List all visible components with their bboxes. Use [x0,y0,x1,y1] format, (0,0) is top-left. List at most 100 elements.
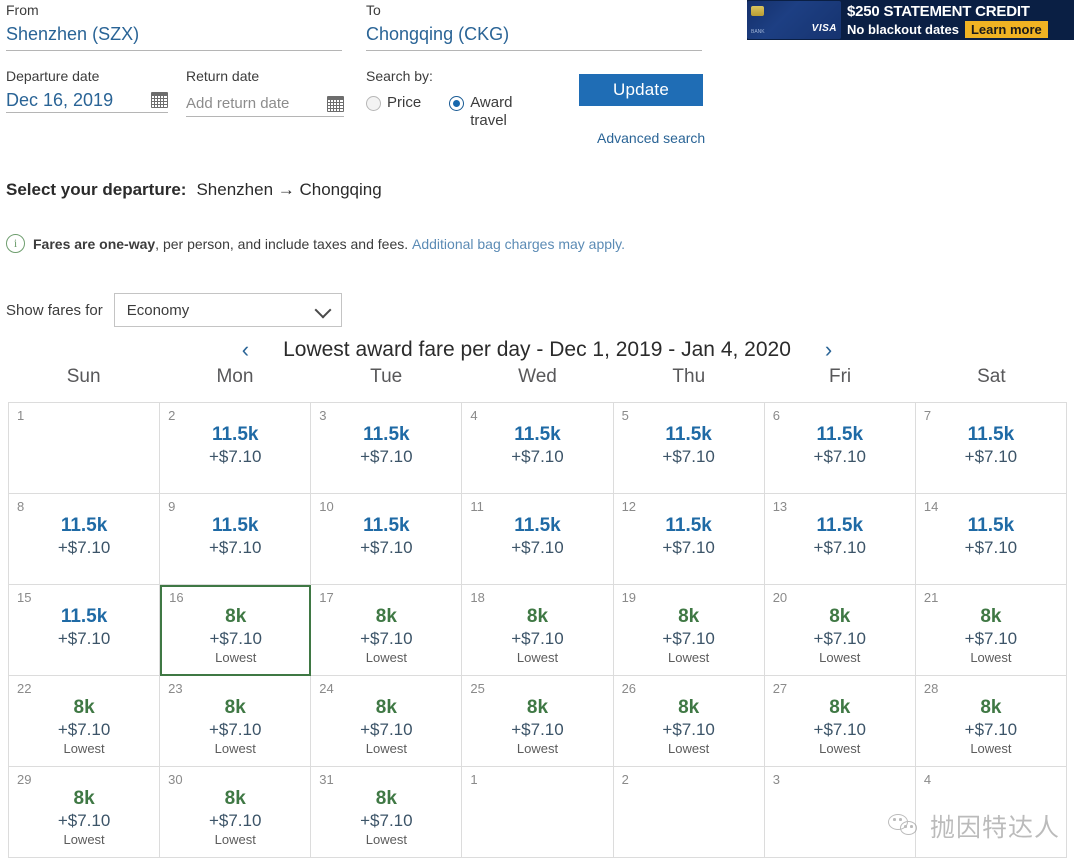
calendar-fare: 11.5k +$7.10 [765,500,915,559]
calendar-cell[interactable]: 2 11.5k +$7.10 [160,403,312,494]
return-date-value[interactable]: Add return date [186,84,289,116]
calendar-cell[interactable]: 3 11.5k +$7.10 [311,403,463,494]
calendar-cell[interactable]: 25 8k +$7.10 Lowest [462,676,614,767]
calendar-cell[interactable]: 18 8k +$7.10 Lowest [462,585,614,676]
radio-price[interactable]: Price [366,94,421,112]
fare-miles: 11.5k [363,515,410,536]
from-field[interactable]: From Shenzhen (SZX) [6,2,342,51]
calendar-fare: 11.5k +$7.10 [916,500,1066,559]
calendar-cell[interactable]: 23 8k +$7.10 Lowest [160,676,312,767]
fare-lowest-badge: Lowest [516,650,559,665]
calendar-cell[interactable]: 24 8k +$7.10 Lowest [311,676,463,767]
radio-price-dot[interactable] [366,96,381,111]
calendar-cell[interactable]: 6 11.5k +$7.10 [764,403,916,494]
fares-note: i Fares are one-way, per person, and inc… [6,234,625,253]
promo-subline: No blackout dates [847,21,959,37]
calendar-day-number: 22 [17,681,32,696]
calendar-cell[interactable]: 20 8k +$7.10 Lowest [764,585,916,676]
radio-price-label: Price [387,94,422,111]
fare-taxes: +$7.10 [57,811,111,830]
fare-lowest-badge: Lowest [668,650,710,665]
from-value[interactable]: Shenzhen (SZX) [6,18,342,46]
calendar-day-number: 28 [923,681,939,696]
promo-banner[interactable]: BANK VISA $250 STATEMENT CREDIT No black… [747,0,1074,40]
to-field[interactable]: To Chongqing (CKG) [366,2,702,51]
calendar-cell[interactable]: 29 8k +$7.10 Lowest [9,767,161,858]
calendar-cell[interactable]: 17 8k +$7.10 Lowest [311,585,463,676]
fare-miles: 11.5k [816,424,864,445]
calendar-cell[interactable]: 26 8k +$7.10 Lowest [613,676,765,767]
calendar-cell[interactable]: 5 11.5k +$7.10 [613,403,765,494]
fare-miles: 11.5k [60,515,108,536]
promo-text-group: $250 STATEMENT CREDIT No blackout dates … [841,3,1074,38]
departure-date-value[interactable]: Dec 16, 2019 [6,84,113,112]
fare-miles: 8k [375,697,397,718]
fare-miles: 11.5k [967,424,1015,445]
fare-miles: 8k [224,697,246,718]
fare-taxes: +$7.10 [662,629,715,648]
calendar-cell[interactable]: 27 8k +$7.10 Lowest [764,676,916,767]
calendar-next-button[interactable]: › [821,339,836,361]
calendar-cell[interactable]: 19 8k +$7.10 Lowest [613,585,765,676]
flight-search-panel: From Shenzhen (SZX) To Chongqing (CKG) D… [0,0,720,160]
calendar-cell[interactable]: 11 11.5k +$7.10 [462,494,614,585]
calendar-fare: 8k +$7.10 Lowest [9,682,159,757]
bag-charges-link[interactable]: Additional bag charges may apply. [412,236,625,252]
calendar-cell[interactable]: 10 11.5k +$7.10 [311,494,463,585]
fare-miles: 8k [980,606,1002,627]
calendar-cell[interactable]: 4 11.5k +$7.10 [462,403,614,494]
calendar-cell[interactable]: 7 11.5k +$7.10 [915,403,1067,494]
cabin-class-select[interactable]: Economy [113,293,342,327]
calendar-fare: 11.5k +$7.10 [614,500,764,559]
calendar-fare: 8k +$7.10 Lowest [462,591,612,666]
calendar-cell[interactable]: 13 11.5k +$7.10 [764,494,916,585]
fare-taxes: +$7.10 [511,538,564,557]
calendar-cell[interactable]: 22 8k +$7.10 Lowest [9,676,161,767]
fare-miles: 11.5k [514,515,561,536]
calendar-day-number: 9 [168,499,176,514]
visa-logo: VISA [811,23,837,34]
calendar-cell[interactable]: 21 8k +$7.10 Lowest [915,585,1067,676]
calendar-cell[interactable]: 30 8k +$7.10 Lowest [160,767,312,858]
calendar-cell[interactable]: 9 11.5k +$7.10 [160,494,312,585]
fare-miles: 8k [980,697,1002,718]
calendar-cell-selected[interactable]: 16 8k +$7.10 Lowest [160,585,312,676]
fare-lowest-badge: Lowest [63,832,105,847]
fare-taxes: +$7.10 [360,811,413,830]
fare-taxes: +$7.10 [360,538,413,557]
fare-taxes: +$7.10 [511,720,564,739]
calendar-cell[interactable]: 15 11.5k +$7.10 [9,585,161,676]
fare-taxes: +$7.10 [208,720,262,739]
calendar-cell[interactable]: 12 11.5k +$7.10 [613,494,765,585]
fare-miles: 11.5k [60,606,108,627]
radio-award-travel-dot[interactable] [449,96,465,111]
calendar-day-number: 7 [923,408,932,423]
calendar-day-header: Mon [216,366,254,387]
promo-learn-more-button[interactable]: Learn more [964,20,1048,38]
fare-taxes: +$7.10 [662,720,715,739]
fare-lowest-badge: Lowest [970,741,1012,756]
calendar-prev-button[interactable]: ‹ [238,339,253,361]
calendar-fare: 8k +$7.10 Lowest [765,591,915,666]
radio-award-travel[interactable]: Award travel [449,94,540,130]
fare-miles: 11.5k [665,515,712,536]
calendar-fare: 11.5k +$7.10 [9,500,159,559]
calendar-day-number: 20 [772,590,788,605]
to-value[interactable]: Chongqing (CKG) [366,18,702,46]
show-fares-group: Show fares for Economy [6,293,342,327]
calendar-icon[interactable] [327,96,344,112]
departure-date-field[interactable]: Departure date Dec 16, 2019 [6,68,168,113]
calendar-day-number: 6 [772,408,780,423]
return-date-field[interactable]: Return date Add return date [186,68,344,117]
calendar-icon[interactable] [151,92,168,108]
calendar-cell[interactable]: 14 11.5k +$7.10 [915,494,1067,585]
fares-note-rest: , per person, and include taxes and fees… [155,235,409,252]
fare-taxes: +$7.10 [208,447,262,466]
calendar-cell[interactable]: 31 8k +$7.10 Lowest [311,767,463,858]
update-button[interactable]: Update [579,74,703,106]
fare-taxes: +$7.10 [813,629,867,648]
advanced-search-link[interactable]: Advanced search [597,130,705,146]
calendar-day-number: 2 [168,408,176,423]
calendar-cell[interactable]: 8 11.5k +$7.10 [9,494,161,585]
calendar-cell[interactable]: 28 8k +$7.10 Lowest [915,676,1067,767]
